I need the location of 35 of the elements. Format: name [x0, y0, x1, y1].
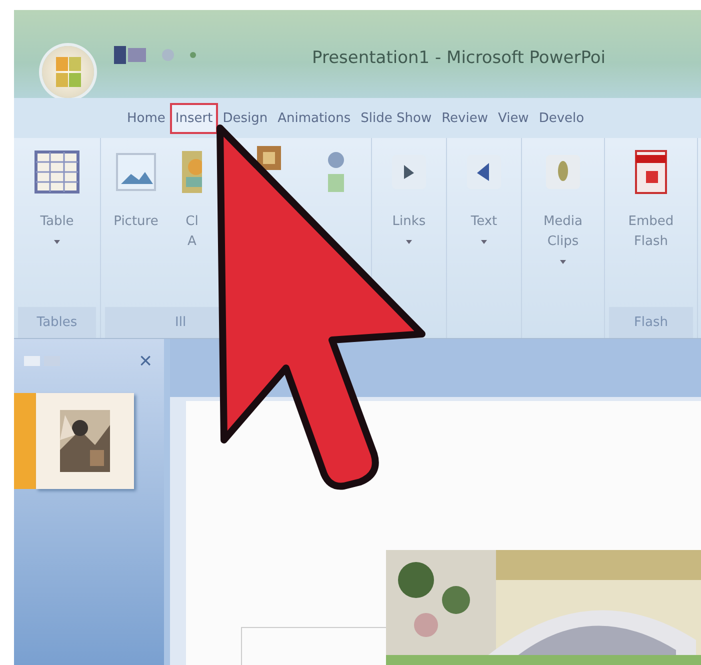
ribbon-tab[interactable]: View — [492, 102, 534, 134]
dropdown-arrow-icon — [481, 240, 487, 244]
table-icon[interactable] — [34, 150, 80, 194]
group-label: Flash — [609, 307, 693, 338]
button-label[interactable]: Text — [470, 212, 498, 232]
button-label[interactable]: A — [188, 232, 196, 252]
dropdown-arrow-icon — [54, 240, 60, 244]
button-label[interactable]: Media — [543, 212, 583, 232]
button-label[interactable]: Clips — [547, 232, 579, 252]
picture-icon[interactable] — [115, 152, 157, 192]
flash-icon[interactable] — [635, 150, 667, 194]
ribbon-tab[interactable]: Insert — [170, 102, 218, 134]
image-icon[interactable] — [257, 146, 281, 170]
button-label[interactable]: Links — [392, 212, 426, 232]
button-label[interactable]: Embed — [628, 212, 674, 232]
ribbon-tab[interactable]: Home — [122, 102, 170, 134]
button-label[interactable]: Picture — [114, 212, 158, 232]
squares-icon — [56, 57, 80, 87]
slide-thumbnail[interactable] — [36, 393, 134, 489]
button-label[interactable]: Cl — [186, 212, 198, 232]
close-button[interactable]: × — [135, 348, 156, 374]
ribbon-tab[interactable]: Design — [218, 102, 273, 134]
dropdown-arrow-icon — [406, 240, 412, 244]
window-title: Presentation1 - Microsoft PowerPoi — [312, 48, 606, 68]
office-button[interactable] — [42, 46, 94, 98]
shapes-icon[interactable] — [328, 152, 344, 192]
ribbon-tab[interactable]: Slide Show — [356, 102, 437, 134]
ribbon-tab[interactable]: Review — [436, 102, 493, 134]
ribbon-tab[interactable]: Animations — [272, 102, 356, 134]
dropdown-arrow-icon — [560, 260, 566, 264]
button-label[interactable]: Table — [40, 212, 74, 232]
button-label[interactable]: Flash — [634, 232, 668, 252]
clip-art-icon[interactable] — [182, 151, 202, 193]
group-label: Tables — [18, 307, 96, 338]
ribbon-tab[interactable]: Develo — [534, 102, 590, 134]
